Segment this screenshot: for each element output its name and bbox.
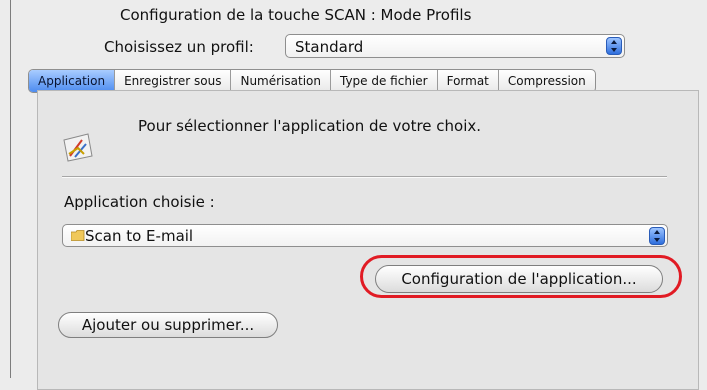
tab-compression[interactable]: Compression <box>499 70 595 92</box>
profile-select-value: Standard <box>295 38 364 56</box>
popup-arrows-icon <box>606 37 622 55</box>
tab-format[interactable]: Format <box>438 70 499 92</box>
application-icon <box>63 133 93 162</box>
tab-numerisation[interactable]: Numérisation <box>231 70 331 92</box>
configure-application-button[interactable]: Configuration de l'application... <box>375 265 663 293</box>
popup-arrows-icon <box>649 227 665 245</box>
intro-text: Pour sélectionner l'application de votre… <box>138 117 482 135</box>
window-title: Configuration de la touche SCAN : Mode P… <box>120 6 472 24</box>
tab-type-de-fichier[interactable]: Type de fichier <box>331 70 438 92</box>
application-select[interactable]: Scan to E-mail <box>62 224 668 247</box>
folder-icon <box>71 230 85 241</box>
tab-application[interactable]: Application <box>29 70 116 92</box>
add-remove-button[interactable]: Ajouter ou supprimer... <box>58 312 278 338</box>
tab-enregistrer-sous[interactable]: Enregistrer sous <box>115 70 232 92</box>
profile-label: Choisissez un profil: <box>104 38 254 56</box>
profile-select[interactable]: Standard <box>285 34 625 58</box>
divider <box>62 176 667 177</box>
left-border <box>10 0 11 378</box>
application-select-value: Scan to E-mail <box>85 227 194 245</box>
application-label: Application choisie : <box>64 193 215 211</box>
